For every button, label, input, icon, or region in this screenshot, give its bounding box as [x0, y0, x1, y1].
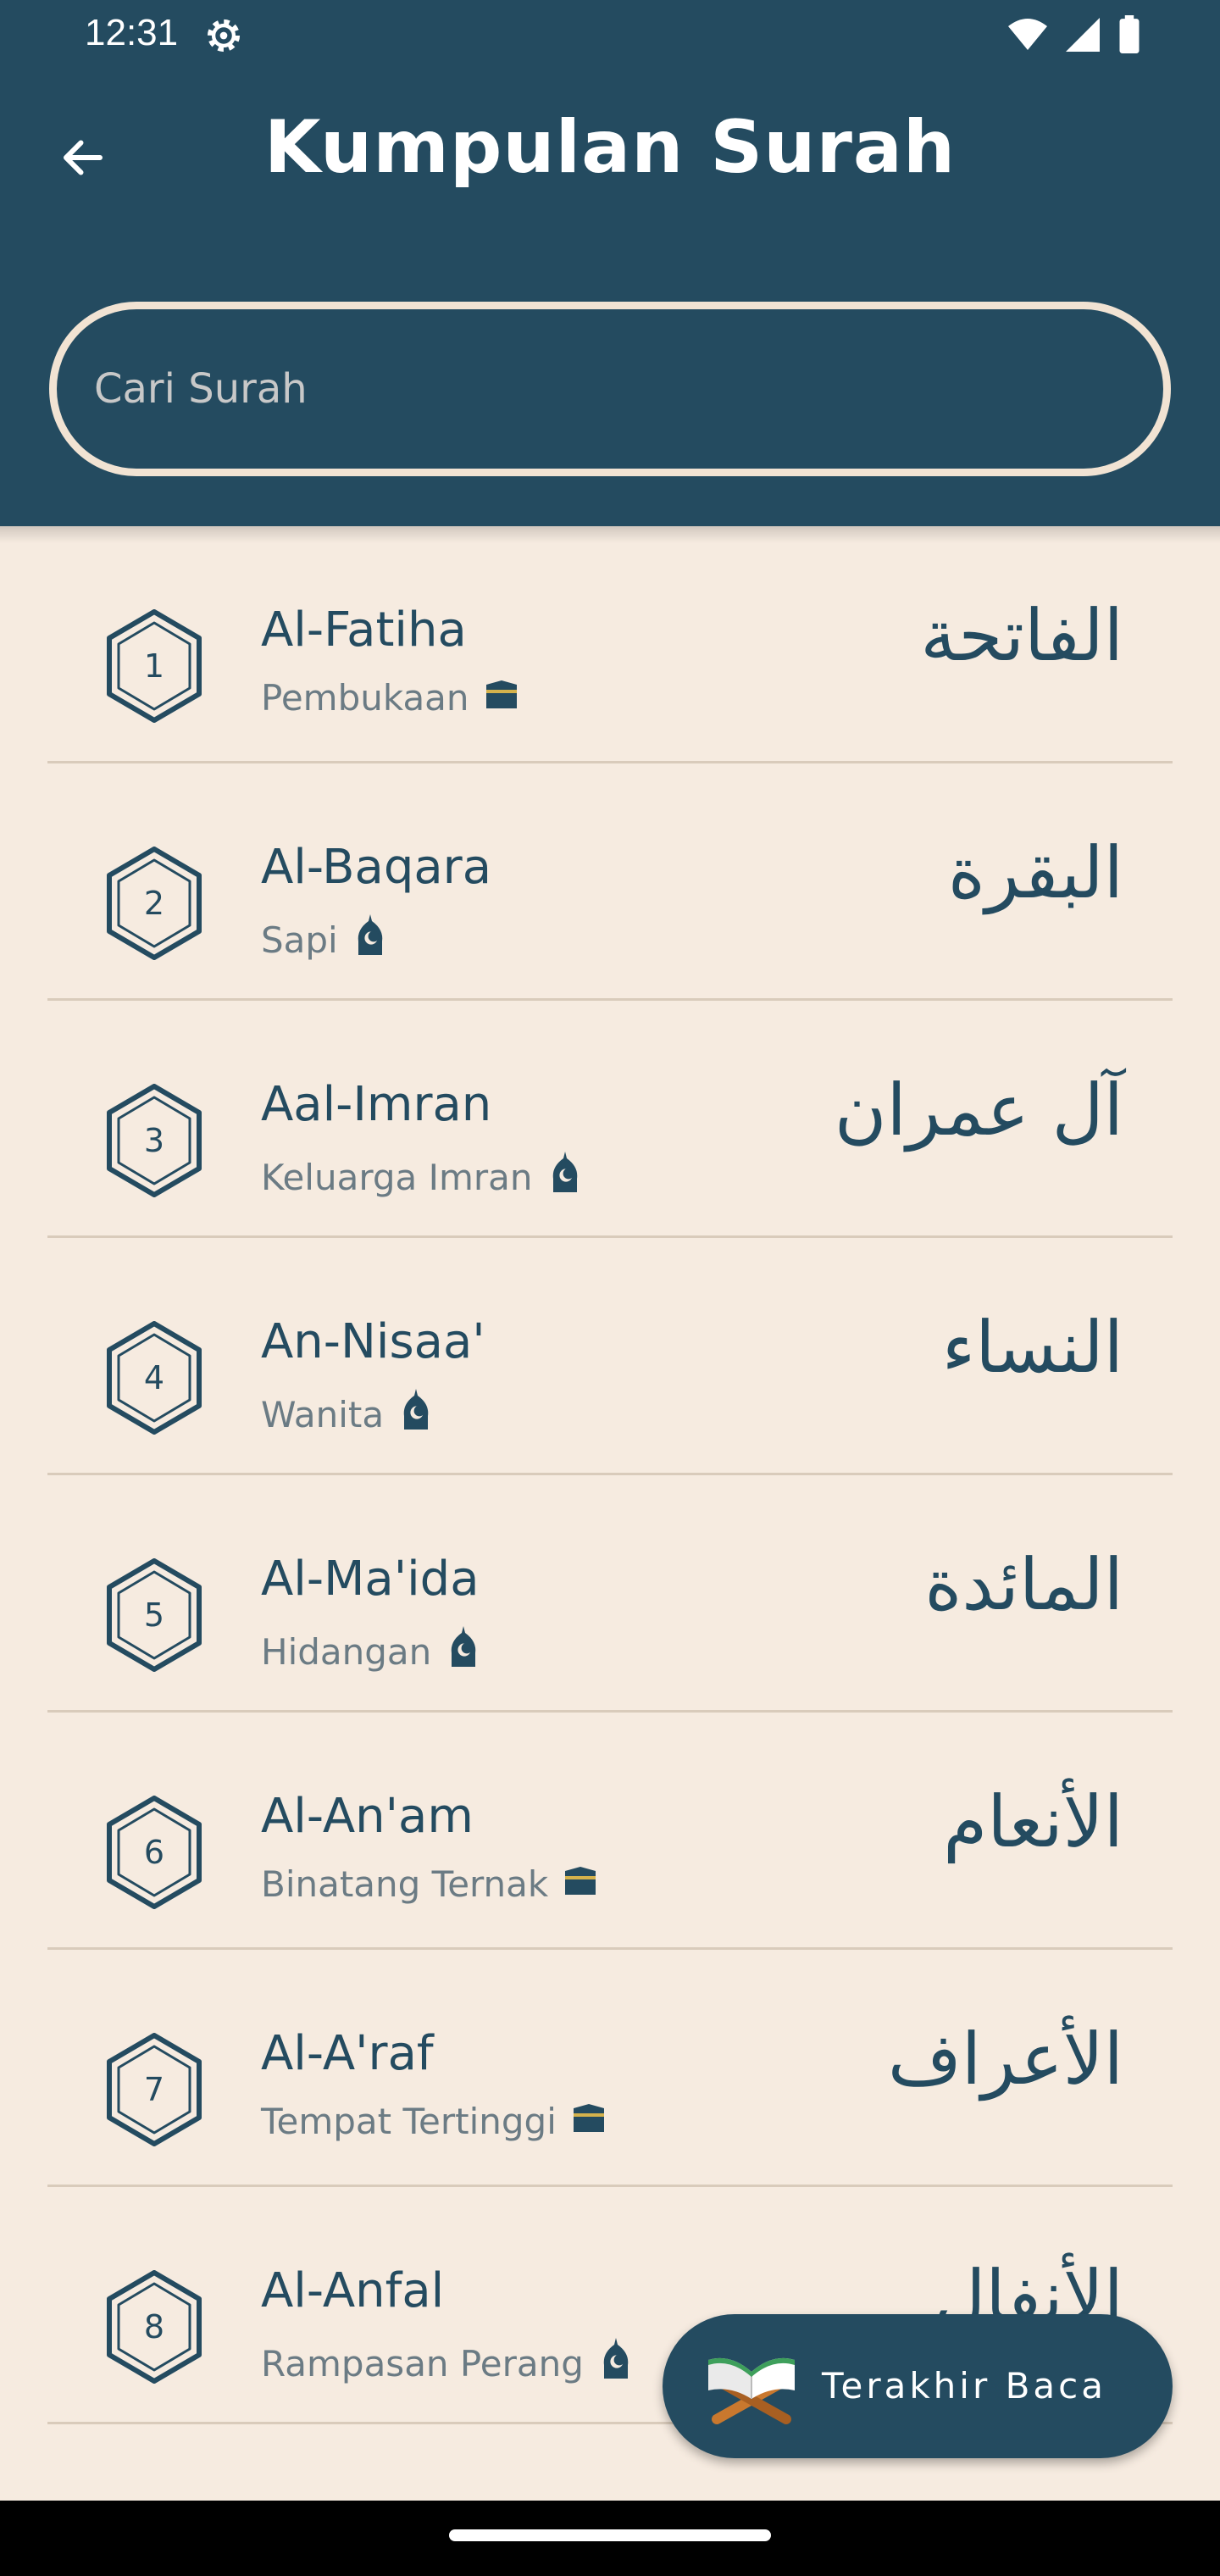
surah-number-badge: 1 [102, 609, 207, 723]
surah-arabic-name: الفاتحة [920, 594, 1123, 677]
surah-meaning-row: Pembukaan [261, 677, 518, 719]
surah-number: 4 [143, 1359, 165, 1396]
surah-arabic-name: الأعراف [887, 2018, 1123, 2101]
surah-arabic-name: آل عمران [834, 1069, 1123, 1152]
surah-meaning-row: Binatang Ternak [261, 1863, 597, 1905]
surah-meaning-row: Wanita [261, 1389, 433, 1440]
battery-icon [1119, 15, 1140, 53]
surah-name: An-Nisaa' [261, 1314, 485, 1369]
surah-number-badge: 7 [102, 2033, 207, 2146]
surah-meaning: Pembukaan [261, 677, 469, 719]
app-header: Kumpulan Surah [0, 73, 1220, 526]
surah-number-badge: 6 [102, 1796, 207, 1909]
search-field[interactable] [49, 302, 1171, 476]
surah-name: Al-Fatiha [261, 602, 467, 658]
settings-gear-icon [207, 19, 241, 53]
surah-arabic-name: النساء [941, 1306, 1123, 1389]
surah-name: Al-An'am [261, 1789, 474, 1844]
surah-number-badge: 5 [102, 1558, 207, 1672]
surah-number-badge: 8 [102, 2270, 207, 2384]
last-read-label: Terakhir Baca [822, 2365, 1106, 2407]
status-bar: 12:31 [0, 0, 1220, 73]
surah-list-item[interactable]: 4 An-Nisaa' Wanita النساء [47, 1238, 1173, 1475]
surah-meaning-row: Sapi [261, 914, 387, 965]
surah-list-item[interactable]: 6 Al-An'am Binatang Ternak الأنعام [47, 1713, 1173, 1950]
surah-number-badge: 4 [102, 1321, 207, 1435]
surah-list[interactable]: 1 Al-Fatiha Pembukaan الفاتحة 2 Al-Baqara Sapi… [0, 526, 1220, 2501]
mosque-icon [446, 1626, 480, 1677]
surah-meaning-row: Tempat Tertinggi [261, 2101, 606, 2142]
mosque-icon [599, 2338, 633, 2389]
surah-name: Aal-Imran [261, 1077, 492, 1132]
surah-number: 5 [143, 1596, 165, 1634]
kaaba-icon [572, 2101, 606, 2142]
quran-stand-icon [708, 2357, 795, 2424]
surah-list-item[interactable]: 1 Al-Fatiha Pembukaan الفاتحة [47, 526, 1173, 763]
surah-arabic-name: المائدة [924, 1543, 1123, 1626]
surah-number: 7 [143, 2071, 165, 2108]
surah-meaning: Sapi [261, 919, 338, 961]
surah-arabic-name: البقرة [947, 831, 1123, 914]
surah-number: 6 [143, 1834, 165, 1871]
kaaba-icon [485, 677, 518, 719]
home-gesture-handle[interactable] [449, 2529, 771, 2541]
last-read-button[interactable]: Terakhir Baca [663, 2314, 1173, 2458]
mosque-icon [353, 914, 387, 965]
surah-number: 1 [143, 647, 165, 685]
page-title: Kumpulan Surah [263, 105, 957, 190]
surah-name: Al-Anfal [261, 2263, 445, 2318]
surah-meaning: Binatang Ternak [261, 1863, 549, 1905]
surah-meaning-row: Keluarga Imran [261, 1152, 582, 1202]
surah-list-item[interactable]: 3 Aal-Imran Keluarga Imran آل عمران [47, 1001, 1173, 1238]
kaaba-icon [563, 1863, 597, 1905]
surah-meaning: Hidangan [261, 1630, 432, 1673]
surah-number-badge: 3 [102, 1084, 207, 1197]
search-input[interactable] [94, 309, 1111, 469]
surah-name: Al-Baqara [261, 840, 492, 895]
surah-list-item[interactable]: 2 Al-Baqara Sapi البقرة [47, 763, 1173, 1001]
wifi-icon [1008, 19, 1047, 50]
surah-meaning: Rampasan Perang [261, 2342, 584, 2384]
surah-arabic-name: الأنعام [943, 1780, 1123, 1863]
surah-name: Al-A'raf [261, 2026, 434, 2081]
surah-meaning: Keluarga Imran [261, 1156, 533, 1198]
surah-number: 2 [143, 885, 165, 922]
surah-name: Al-Ma'ida [261, 1552, 480, 1607]
surah-meaning-row: Rampasan Perang [261, 2338, 633, 2389]
surah-meaning: Tempat Tertinggi [261, 2101, 557, 2142]
surah-number: 3 [143, 1122, 165, 1159]
cellular-signal-icon [1066, 18, 1100, 52]
surah-list-item[interactable]: 5 Al-Ma'ida Hidangan المائدة [47, 1475, 1173, 1713]
mosque-icon [399, 1389, 433, 1440]
surah-meaning: Wanita [261, 1393, 385, 1435]
mosque-icon [548, 1152, 582, 1202]
surah-number: 8 [143, 2308, 165, 2346]
surah-list-item[interactable]: 7 Al-A'raf Tempat Tertinggi الأعراف [47, 1950, 1173, 2187]
surah-number-badge: 2 [102, 847, 207, 960]
surah-meaning-row: Hidangan [261, 1626, 480, 1677]
system-navigation-bar [0, 2501, 1220, 2576]
status-time: 12:31 [85, 12, 179, 53]
